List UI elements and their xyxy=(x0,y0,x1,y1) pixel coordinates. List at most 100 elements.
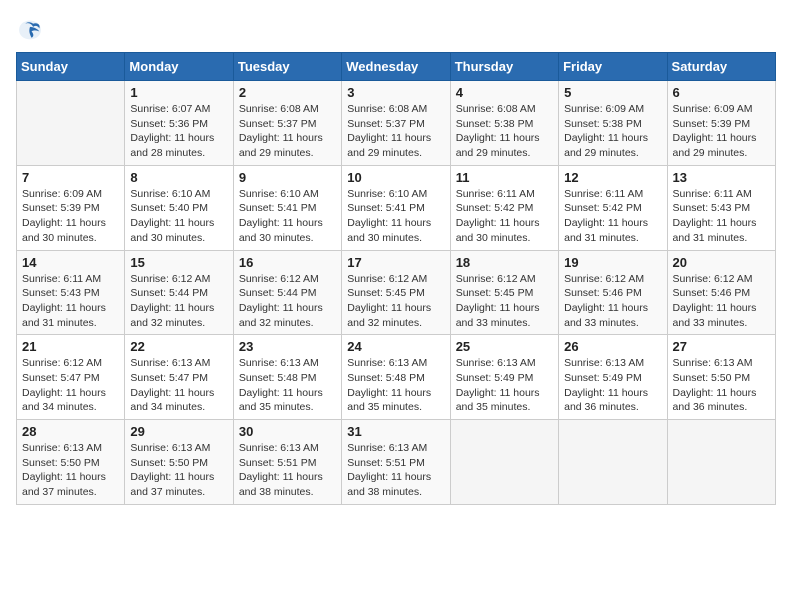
day-info: Sunrise: 6:12 AM Sunset: 5:45 PM Dayligh… xyxy=(456,272,553,331)
day-number: 1 xyxy=(130,85,227,100)
day-info: Sunrise: 6:13 AM Sunset: 5:50 PM Dayligh… xyxy=(22,441,119,500)
day-info: Sunrise: 6:07 AM Sunset: 5:36 PM Dayligh… xyxy=(130,102,227,161)
day-info: Sunrise: 6:12 AM Sunset: 5:46 PM Dayligh… xyxy=(673,272,770,331)
day-number: 17 xyxy=(347,255,444,270)
calendar-week-row: 1 Sunrise: 6:07 AM Sunset: 5:36 PM Daylig… xyxy=(17,81,776,166)
calendar-cell xyxy=(450,420,558,505)
day-number: 18 xyxy=(456,255,553,270)
calendar-cell: 21 Sunrise: 6:12 AM Sunset: 5:47 PM Dayli… xyxy=(17,335,125,420)
weekday-header-thursday: Thursday xyxy=(450,53,558,81)
calendar-cell: 3 Sunrise: 6:08 AM Sunset: 5:37 PM Daylig… xyxy=(342,81,450,166)
day-number: 4 xyxy=(456,85,553,100)
calendar-cell: 13 Sunrise: 6:11 AM Sunset: 5:43 PM Dayli… xyxy=(667,165,775,250)
calendar-cell: 29 Sunrise: 6:13 AM Sunset: 5:50 PM Dayli… xyxy=(125,420,233,505)
calendar-cell: 12Sunrise: 6:11 AM Sunset: 5:42 PM Dayli… xyxy=(559,165,667,250)
calendar-week-row: 28 Sunrise: 6:13 AM Sunset: 5:50 PM Dayli… xyxy=(17,420,776,505)
day-number: 28 xyxy=(22,424,119,439)
calendar-cell: 18 Sunrise: 6:12 AM Sunset: 5:45 PM Dayli… xyxy=(450,250,558,335)
logo xyxy=(16,16,48,44)
calendar-cell xyxy=(17,81,125,166)
day-info: Sunrise: 6:13 AM Sunset: 5:49 PM Dayligh… xyxy=(564,356,661,415)
calendar-cell: 10 Sunrise: 6:10 AM Sunset: 5:41 PM Dayli… xyxy=(342,165,450,250)
weekday-header-monday: Monday xyxy=(125,53,233,81)
calendar-cell: 17 Sunrise: 6:12 AM Sunset: 5:45 PM Dayli… xyxy=(342,250,450,335)
calendar-cell: 11 Sunrise: 6:11 AM Sunset: 5:42 PM Dayli… xyxy=(450,165,558,250)
day-info: Sunrise: 6:11 AM Sunset: 5:43 PM Dayligh… xyxy=(22,272,119,331)
day-number: 3 xyxy=(347,85,444,100)
calendar-cell: 25 Sunrise: 6:13 AM Sunset: 5:49 PM Dayli… xyxy=(450,335,558,420)
calendar-cell: 1 Sunrise: 6:07 AM Sunset: 5:36 PM Daylig… xyxy=(125,81,233,166)
day-info: Sunrise: 6:13 AM Sunset: 5:51 PM Dayligh… xyxy=(239,441,336,500)
day-info: Sunrise: 6:08 AM Sunset: 5:37 PM Dayligh… xyxy=(347,102,444,161)
calendar-cell: 20 Sunrise: 6:12 AM Sunset: 5:46 PM Dayli… xyxy=(667,250,775,335)
day-info: Sunrise: 6:12 AM Sunset: 5:47 PM Dayligh… xyxy=(22,356,119,415)
calendar-cell: 27 Sunrise: 6:13 AM Sunset: 5:50 PM Dayli… xyxy=(667,335,775,420)
day-number: 27 xyxy=(673,339,770,354)
page-header xyxy=(16,16,776,44)
calendar-cell xyxy=(559,420,667,505)
day-number: 10 xyxy=(347,170,444,185)
day-info: Sunrise: 6:11 AM Sunset: 5:42 PM Dayligh… xyxy=(456,187,553,246)
calendar-table: SundayMondayTuesdayWednesdayThursdayFrid… xyxy=(16,52,776,505)
calendar-cell: 31Sunrise: 6:13 AM Sunset: 5:51 PM Dayli… xyxy=(342,420,450,505)
day-info: Sunrise: 6:10 AM Sunset: 5:41 PM Dayligh… xyxy=(239,187,336,246)
day-info: Sunrise: 6:08 AM Sunset: 5:38 PM Dayligh… xyxy=(456,102,553,161)
day-number: 14 xyxy=(22,255,119,270)
day-info: Sunrise: 6:12 AM Sunset: 5:44 PM Dayligh… xyxy=(130,272,227,331)
calendar-cell: 16 Sunrise: 6:12 AM Sunset: 5:44 PM Dayli… xyxy=(233,250,341,335)
day-info: Sunrise: 6:09 AM Sunset: 5:39 PM Dayligh… xyxy=(22,187,119,246)
weekday-header-friday: Friday xyxy=(559,53,667,81)
calendar-cell: 4 Sunrise: 6:08 AM Sunset: 5:38 PM Daylig… xyxy=(450,81,558,166)
day-info: Sunrise: 6:12 AM Sunset: 5:44 PM Dayligh… xyxy=(239,272,336,331)
day-number: 20 xyxy=(673,255,770,270)
calendar-week-row: 21 Sunrise: 6:12 AM Sunset: 5:47 PM Dayli… xyxy=(17,335,776,420)
calendar-week-row: 7Sunrise: 6:09 AM Sunset: 5:39 PM Daylig… xyxy=(17,165,776,250)
day-info: Sunrise: 6:13 AM Sunset: 5:48 PM Dayligh… xyxy=(347,356,444,415)
calendar-cell: 7Sunrise: 6:09 AM Sunset: 5:39 PM Daylig… xyxy=(17,165,125,250)
day-info: Sunrise: 6:13 AM Sunset: 5:50 PM Dayligh… xyxy=(130,441,227,500)
day-info: Sunrise: 6:12 AM Sunset: 5:46 PM Dayligh… xyxy=(564,272,661,331)
day-number: 9 xyxy=(239,170,336,185)
day-number: 22 xyxy=(130,339,227,354)
day-number: 26 xyxy=(564,339,661,354)
calendar-cell: 5Sunrise: 6:09 AM Sunset: 5:38 PM Daylig… xyxy=(559,81,667,166)
day-number: 21 xyxy=(22,339,119,354)
day-number: 23 xyxy=(239,339,336,354)
calendar-cell: 23Sunrise: 6:13 AM Sunset: 5:48 PM Dayli… xyxy=(233,335,341,420)
day-info: Sunrise: 6:09 AM Sunset: 5:39 PM Dayligh… xyxy=(673,102,770,161)
calendar-week-row: 14 Sunrise: 6:11 AM Sunset: 5:43 PM Dayli… xyxy=(17,250,776,335)
day-number: 29 xyxy=(130,424,227,439)
calendar-cell: 26 Sunrise: 6:13 AM Sunset: 5:49 PM Dayli… xyxy=(559,335,667,420)
day-info: Sunrise: 6:11 AM Sunset: 5:43 PM Dayligh… xyxy=(673,187,770,246)
day-info: Sunrise: 6:13 AM Sunset: 5:47 PM Dayligh… xyxy=(130,356,227,415)
weekday-header-wednesday: Wednesday xyxy=(342,53,450,81)
day-number: 8 xyxy=(130,170,227,185)
weekday-header-sunday: Sunday xyxy=(17,53,125,81)
day-number: 5 xyxy=(564,85,661,100)
calendar-cell: 2Sunrise: 6:08 AM Sunset: 5:37 PM Daylig… xyxy=(233,81,341,166)
weekday-header-saturday: Saturday xyxy=(667,53,775,81)
calendar-cell: 14 Sunrise: 6:11 AM Sunset: 5:43 PM Dayli… xyxy=(17,250,125,335)
day-number: 13 xyxy=(673,170,770,185)
calendar-cell: 15 Sunrise: 6:12 AM Sunset: 5:44 PM Dayli… xyxy=(125,250,233,335)
day-info: Sunrise: 6:10 AM Sunset: 5:41 PM Dayligh… xyxy=(347,187,444,246)
day-number: 25 xyxy=(456,339,553,354)
day-info: Sunrise: 6:12 AM Sunset: 5:45 PM Dayligh… xyxy=(347,272,444,331)
calendar-cell: 28 Sunrise: 6:13 AM Sunset: 5:50 PM Dayli… xyxy=(17,420,125,505)
calendar-header-row: SundayMondayTuesdayWednesdayThursdayFrid… xyxy=(17,53,776,81)
day-number: 11 xyxy=(456,170,553,185)
calendar-cell xyxy=(667,420,775,505)
calendar-cell: 24 Sunrise: 6:13 AM Sunset: 5:48 PM Dayli… xyxy=(342,335,450,420)
weekday-header-tuesday: Tuesday xyxy=(233,53,341,81)
day-number: 6 xyxy=(673,85,770,100)
calendar-cell: 8Sunrise: 6:10 AM Sunset: 5:40 PM Daylig… xyxy=(125,165,233,250)
logo-bird-icon xyxy=(16,16,44,44)
day-number: 24 xyxy=(347,339,444,354)
day-info: Sunrise: 6:13 AM Sunset: 5:51 PM Dayligh… xyxy=(347,441,444,500)
day-number: 16 xyxy=(239,255,336,270)
day-info: Sunrise: 6:13 AM Sunset: 5:50 PM Dayligh… xyxy=(673,356,770,415)
calendar-cell: 30Sunrise: 6:13 AM Sunset: 5:51 PM Dayli… xyxy=(233,420,341,505)
day-info: Sunrise: 6:13 AM Sunset: 5:49 PM Dayligh… xyxy=(456,356,553,415)
day-number: 2 xyxy=(239,85,336,100)
day-number: 15 xyxy=(130,255,227,270)
